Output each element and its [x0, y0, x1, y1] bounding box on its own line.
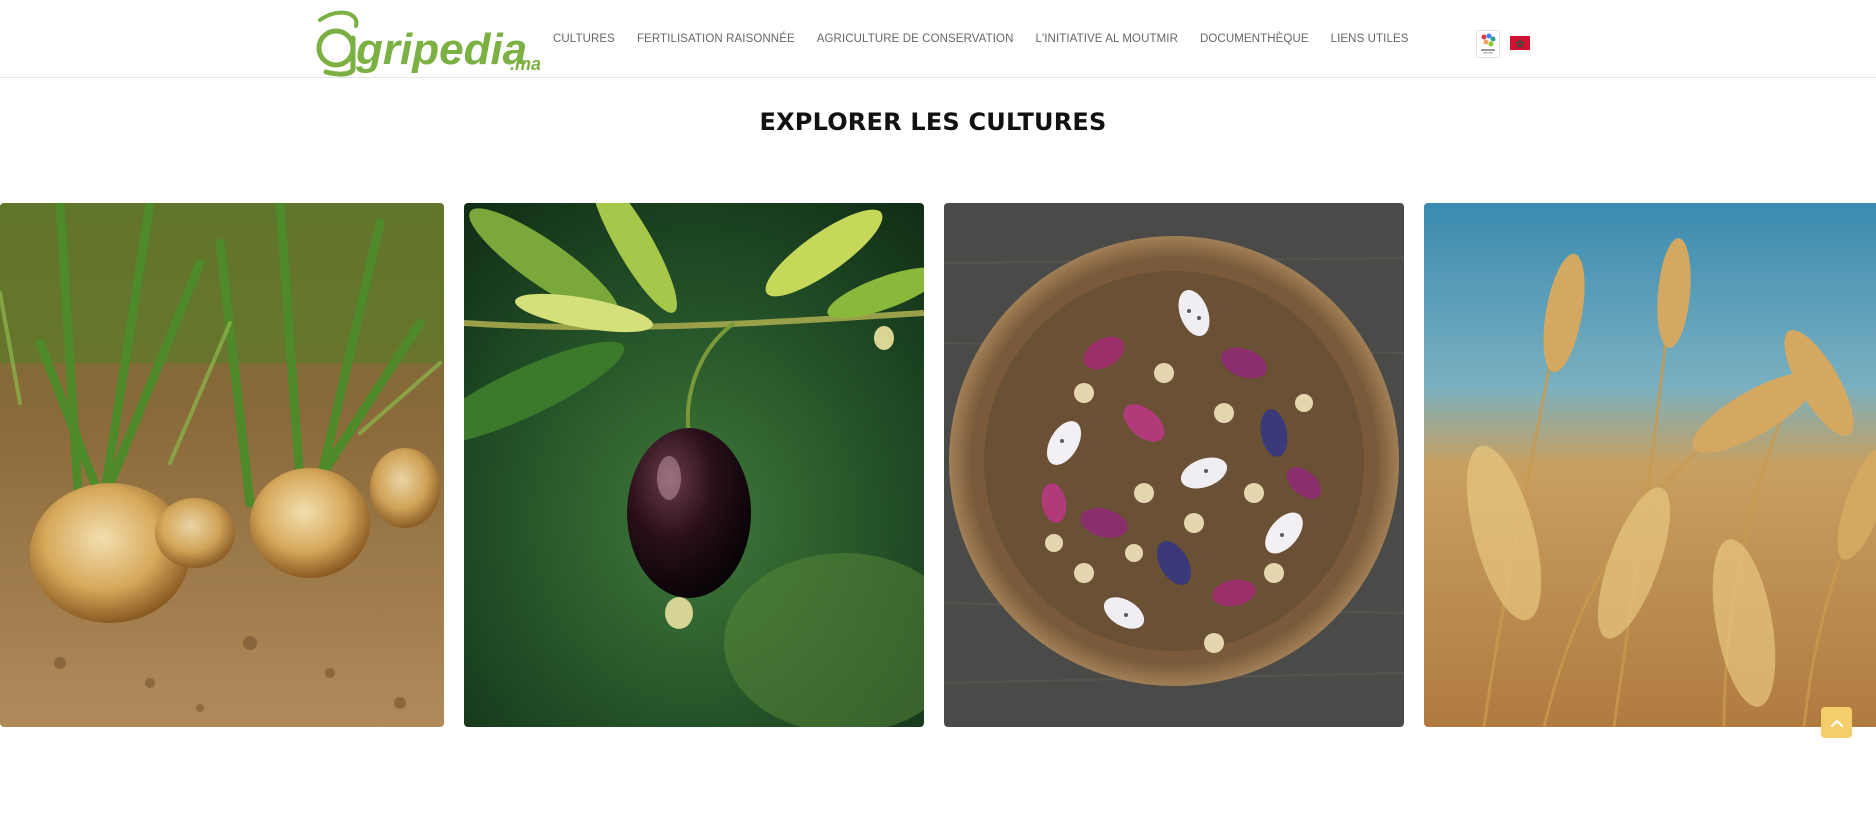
chevron-up-icon: [1830, 719, 1843, 727]
brand-name: gripedia: [355, 25, 527, 74]
crop-card-onion[interactable]: [0, 203, 444, 727]
nav-item-agriculture-conservation[interactable]: AGRICULTURE DE CONSERVATION: [806, 33, 1025, 45]
page-title: EXPLORER LES CULTURES: [759, 108, 1107, 136]
crop-card-legumes[interactable]: [944, 203, 1404, 727]
site-header: gripedia .ma CULTURES FERTILISATION RAIS…: [0, 0, 1876, 78]
nav-item-liens-utiles[interactable]: LIENS UTILES: [1320, 33, 1420, 45]
nav-item-initiative-al-moutmir[interactable]: L'INITIATIVE AL MOUTMIR: [1024, 33, 1189, 45]
morocco-flag-icon[interactable]: [1510, 36, 1530, 50]
nav-item-documentheque[interactable]: DOCUMENTHÈQUE: [1189, 33, 1320, 45]
agripedia-logo[interactable]: gripedia .ma: [312, 8, 540, 78]
nav-item-cultures[interactable]: CULTURES: [553, 33, 626, 45]
wheat-field-photo: [1424, 203, 1876, 727]
agripedia-logo-icon: gripedia .ma: [316, 10, 540, 77]
crop-card-wheat[interactable]: [1424, 203, 1876, 727]
al-moutmir-logo-icon[interactable]: [1476, 30, 1500, 58]
crop-card-olive[interactable]: [464, 203, 924, 727]
main-nav: CULTURES FERTILISATION RAISONNÉE AGRICUL…: [553, 0, 1420, 78]
onion-field-photo: [0, 203, 444, 727]
scroll-to-top-button[interactable]: [1821, 707, 1852, 738]
nav-item-fertilisation[interactable]: FERTILISATION RAISONNÉE: [626, 33, 806, 45]
beans-bowl-photo: [944, 203, 1404, 727]
olive-branch-photo: [464, 203, 924, 727]
brand-suffix: .ma: [510, 54, 540, 74]
